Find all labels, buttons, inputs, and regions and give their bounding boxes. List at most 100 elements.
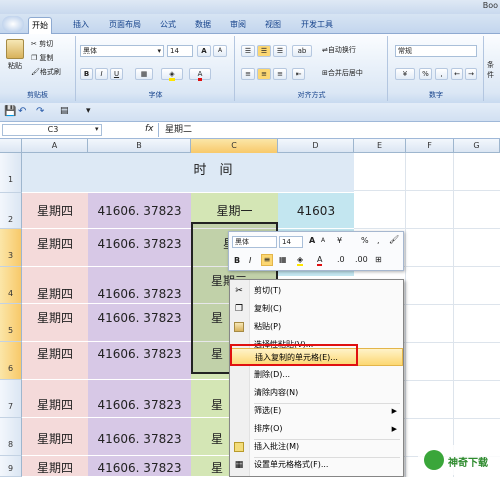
save-icon[interactable]: 💾 (4, 106, 16, 117)
tab-review[interactable]: 审阅 (227, 17, 249, 34)
cell-a7[interactable]: 星期四 (22, 380, 88, 418)
fx-icon[interactable]: fx (145, 124, 154, 134)
merge-center-button[interactable]: ⊞合并后居中 (322, 68, 363, 78)
column-header-g[interactable]: G (454, 139, 500, 153)
paste-button[interactable]: 粘贴 (3, 39, 27, 81)
column-header-b[interactable]: B (88, 139, 191, 153)
tab-formulas[interactable]: 公式 (157, 17, 179, 34)
row-header-6[interactable]: 6 (0, 342, 22, 380)
percent-button[interactable]: % (419, 68, 432, 80)
select-all-corner[interactable] (0, 139, 22, 153)
border-button[interactable]: ▦ (135, 68, 153, 80)
mini-merge-icon[interactable]: ⊞ (375, 255, 382, 264)
font-size-box[interactable]: 14 (167, 45, 193, 57)
menu-item-insert-comment[interactable]: 插入批注(M) (230, 438, 403, 456)
column-header-e[interactable]: E (354, 139, 406, 153)
grow-font-button[interactable]: A (197, 45, 211, 57)
column-header-a[interactable]: A (22, 139, 88, 153)
menu-item-sort[interactable]: 排序(O) ▶ (230, 420, 403, 438)
name-box[interactable]: C3 (2, 124, 102, 136)
align-right-button[interactable]: ≡ (273, 68, 287, 80)
header-cell-a1-d1[interactable]: 时 间 (22, 153, 354, 193)
row-header-2[interactable]: 2 (0, 193, 22, 229)
comma-button[interactable]: , (435, 68, 448, 80)
align-left-button[interactable]: ≡ (241, 68, 255, 80)
column-header-f[interactable]: F (406, 139, 454, 153)
fill-color-button[interactable]: ◈ (161, 68, 183, 81)
cell-b2[interactable]: 41606. 37823 (88, 193, 191, 229)
cell-b5[interactable]: 41606. 37823 (88, 304, 191, 342)
wrap-text-button[interactable]: ⇌自动换行 (322, 45, 356, 55)
mini-decrease-decimal-icon[interactable]: .00 (355, 255, 368, 264)
menu-item-cut[interactable]: ✂ 剪切(T) (230, 282, 403, 300)
mini-bold-button[interactable]: B (234, 256, 240, 265)
tab-home[interactable]: 开始 (28, 17, 52, 34)
mini-currency-icon[interactable]: ¥ (337, 236, 342, 245)
redo-icon[interactable]: ↷ (36, 106, 44, 117)
mini-format-painter-icon[interactable]: 🖌 (389, 235, 399, 244)
mini-increase-decimal-icon[interactable]: .0 (337, 255, 345, 264)
row-header-8[interactable]: 8 (0, 418, 22, 456)
align-bottom-button[interactable]: ☰ (273, 45, 287, 57)
cell-a9[interactable]: 星期四 (22, 456, 88, 477)
tab-page-layout[interactable]: 页面布局 (106, 17, 144, 34)
align-top-button[interactable]: ☰ (241, 45, 255, 57)
align-middle-button[interactable]: ☰ (257, 45, 271, 57)
mini-percent-button[interactable]: % (361, 236, 369, 245)
cell-b8[interactable]: 41606. 37823 (88, 418, 191, 456)
cell-b7[interactable]: 41606. 37823 (88, 380, 191, 418)
print-preview-icon[interactable]: ▤ (60, 106, 69, 116)
cell-b4[interactable]: 41606. 37823 (88, 267, 191, 304)
mini-size-box[interactable]: 14 (279, 236, 303, 248)
column-header-c[interactable]: C (191, 139, 278, 153)
number-format-box[interactable]: 常规 (395, 45, 477, 57)
currency-button[interactable]: ¥ (395, 68, 415, 80)
tab-insert[interactable]: 插入 (70, 17, 92, 34)
menu-item-clear-contents[interactable]: 清除内容(N) (230, 384, 403, 402)
cell-a8[interactable]: 星期四 (22, 418, 88, 456)
undo-icon[interactable]: ↶ (18, 106, 26, 117)
menu-item-copy[interactable]: ❐ 复制(C) (230, 300, 403, 318)
conditional-format-button[interactable]: 条件 (487, 60, 500, 80)
tab-data[interactable]: 数据 (192, 17, 214, 34)
tab-view[interactable]: 视图 (262, 17, 284, 34)
bold-button[interactable]: B (80, 68, 93, 80)
cut-button[interactable]: ✂ 剪切 (31, 39, 53, 49)
cell-a6[interactable]: 星期四 (22, 342, 88, 380)
menu-item-paste[interactable]: 粘贴(P) (230, 318, 403, 336)
decrease-decimal-button[interactable]: → (465, 68, 477, 80)
mini-shrink-font-icon[interactable]: A (321, 237, 325, 244)
cell-b9[interactable]: 41606. 37823 (88, 456, 191, 477)
mini-border-icon[interactable]: ▦ (279, 255, 287, 264)
copy-button[interactable]: ❐ 复制 (31, 53, 54, 63)
mini-font-box[interactable]: 黑体 (232, 236, 277, 248)
office-button[interactable] (2, 16, 24, 32)
mini-align-center-icon[interactable]: ≡ (261, 254, 273, 266)
cell-b6[interactable]: 41606. 37823 (88, 342, 191, 380)
row-header-4[interactable]: 4 (0, 267, 22, 304)
customize-qat-icon[interactable]: ▾ (86, 106, 91, 116)
chevron-down-icon[interactable]: ▾ (95, 125, 99, 133)
row-header-9[interactable]: 9 (0, 456, 22, 477)
increase-decimal-button[interactable]: ← (451, 68, 463, 80)
row-header-3[interactable]: 3 (0, 229, 22, 267)
menu-item-filter[interactable]: 筛选(E) ▶ (230, 402, 403, 420)
menu-item-format-cells[interactable]: ▦ 设置单元格格式(F)... (230, 456, 403, 474)
formula-input[interactable]: 星期二 (158, 123, 498, 137)
mini-font-color-icon[interactable]: A (317, 255, 323, 266)
cell-a3[interactable]: 星期四 (22, 229, 88, 267)
underline-button[interactable]: U (110, 68, 123, 80)
format-painter-button[interactable]: 🖌格式刷 (31, 67, 61, 77)
row-header-1[interactable]: 1 (0, 153, 22, 193)
cell-b3[interactable]: 41606. 37823 (88, 229, 191, 267)
mini-comma-button[interactable]: , (377, 236, 380, 245)
tab-developer[interactable]: 开发工具 (298, 17, 336, 34)
font-name-box[interactable]: 黑体 ▾ (80, 45, 164, 57)
orientation-button[interactable]: ab (292, 45, 312, 57)
cell-a5[interactable]: 星期四 (22, 304, 88, 342)
align-center-button[interactable]: ≡ (257, 68, 271, 80)
menu-item-delete[interactable]: 删除(D)... (230, 366, 403, 384)
mini-italic-button[interactable]: I (249, 256, 251, 265)
font-color-button[interactable]: A (189, 68, 211, 81)
italic-button[interactable]: I (95, 68, 108, 80)
